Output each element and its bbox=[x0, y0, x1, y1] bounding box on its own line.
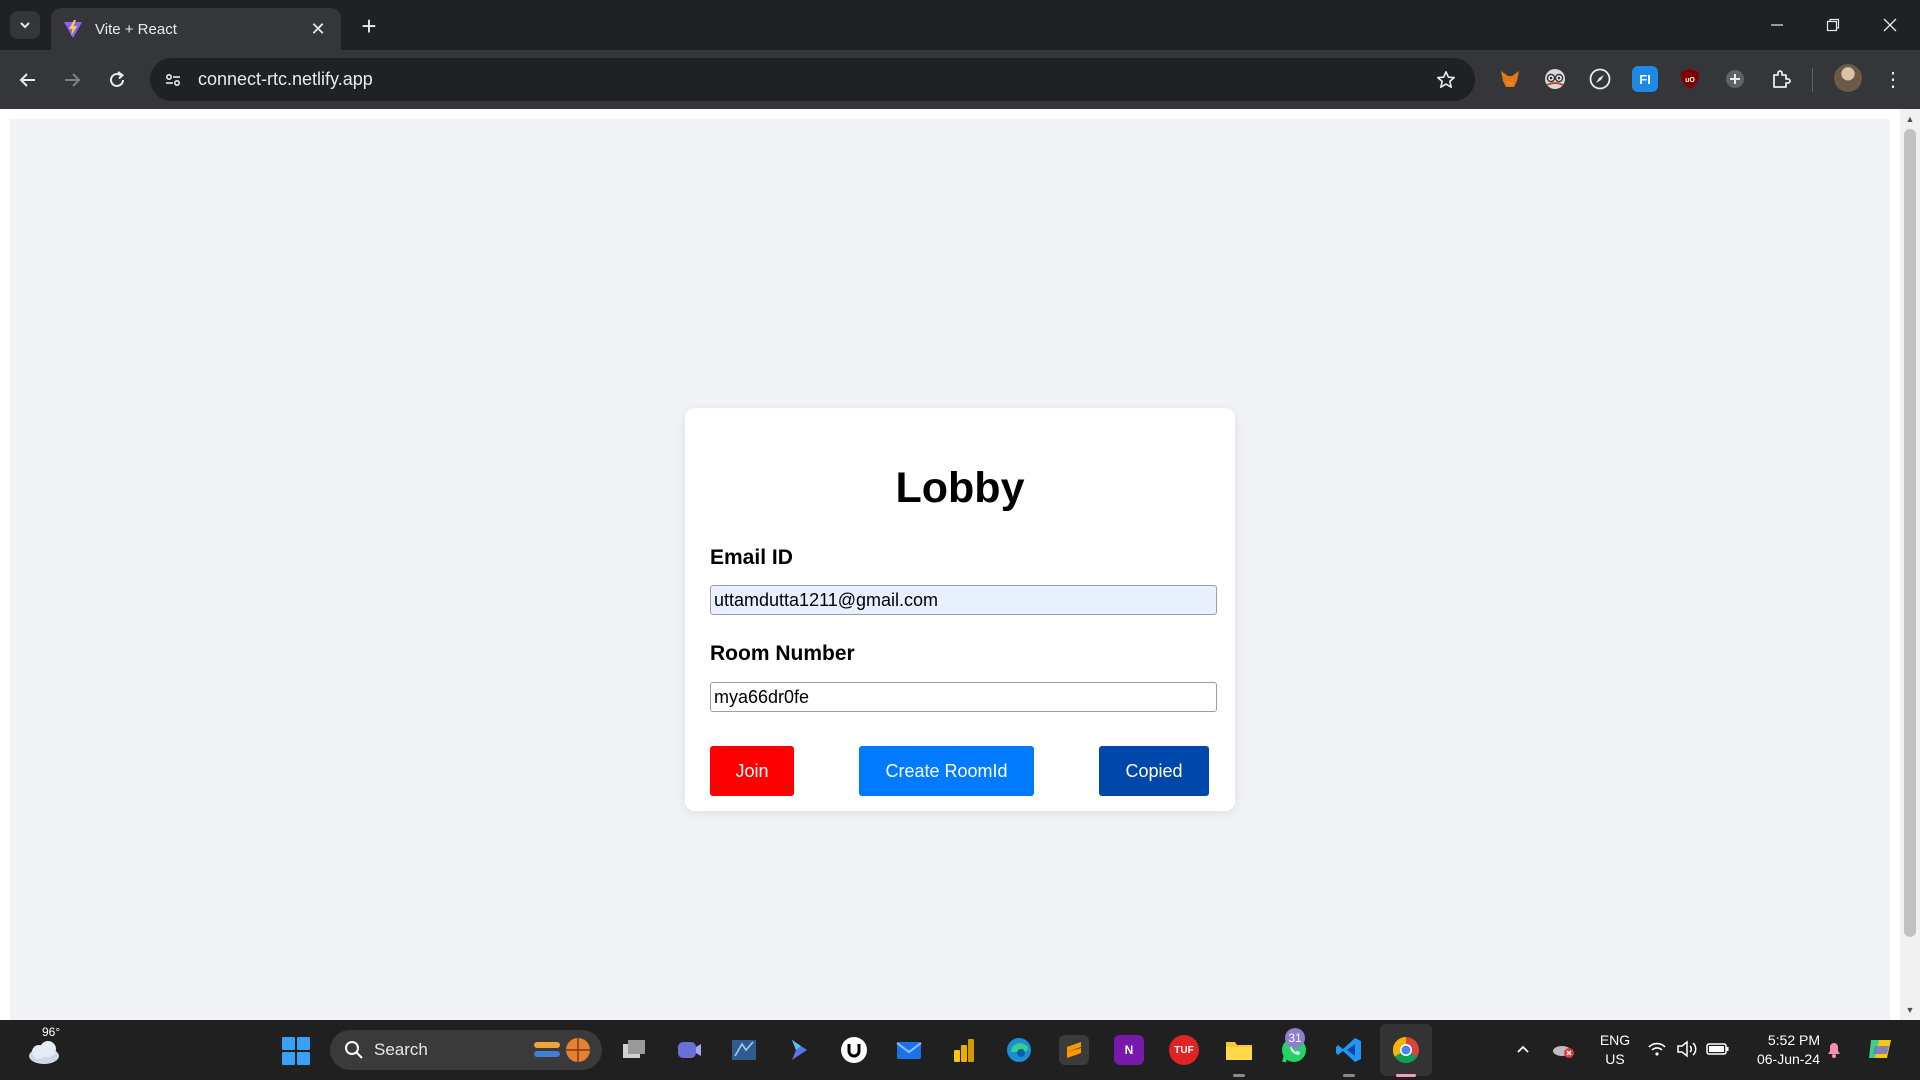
weather-temperature: 96° bbox=[42, 1025, 61, 1039]
restore-icon bbox=[1826, 18, 1840, 32]
search-label: Search bbox=[374, 1040, 428, 1059]
back-arrow-icon bbox=[19, 73, 35, 87]
fi-extension-icon[interactable]: FI bbox=[1632, 66, 1658, 92]
tab-title: Vite + React bbox=[95, 20, 177, 38]
active-indicator bbox=[1396, 1074, 1416, 1077]
owl-extension-icon[interactable] bbox=[1542, 66, 1568, 92]
plus-extension-icon[interactable] bbox=[1722, 66, 1748, 92]
browser-tab[interactable]: Vite + React ✕ bbox=[51, 8, 341, 50]
onedrive-error-icon[interactable] bbox=[1548, 1034, 1578, 1064]
whatsapp-unread-badge: 31 bbox=[1285, 1028, 1305, 1048]
windows-start-icon[interactable] bbox=[282, 1037, 310, 1065]
chrome-menu-icon[interactable]: ⋮ bbox=[1880, 64, 1906, 94]
search-highlight-icon bbox=[534, 1038, 590, 1062]
email-label: Email ID bbox=[710, 546, 793, 569]
email-field[interactable] bbox=[710, 585, 1217, 615]
site-info-icon[interactable] bbox=[158, 65, 188, 95]
edge-icon[interactable] bbox=[1004, 1035, 1034, 1065]
back-button[interactable] bbox=[12, 64, 44, 96]
copilot-tray-icon[interactable] bbox=[1865, 1034, 1895, 1064]
forward-button[interactable] bbox=[56, 64, 88, 96]
metamask-icon[interactable] bbox=[1497, 66, 1523, 92]
reload-icon bbox=[110, 71, 125, 87]
bookmark-star-icon[interactable] bbox=[1431, 65, 1461, 95]
mail-icon[interactable] bbox=[894, 1035, 924, 1065]
wifi-icon[interactable] bbox=[1642, 1034, 1672, 1064]
scroll-up-icon[interactable]: ▲ bbox=[1900, 111, 1920, 127]
address-bar[interactable]: connect-rtc.netlify.app bbox=[150, 58, 1475, 101]
join-button[interactable]: Join bbox=[710, 746, 794, 796]
language-code: ENG bbox=[1599, 1032, 1631, 1048]
language-indicator[interactable]: ENG US bbox=[1595, 1031, 1635, 1069]
volume-icon[interactable] bbox=[1672, 1034, 1702, 1064]
url-text[interactable]: connect-rtc.netlify.app bbox=[198, 69, 1431, 90]
clock-date: 06-Jun-24 bbox=[1756, 1051, 1820, 1067]
toolbar-divider bbox=[1812, 68, 1813, 92]
windows-taskbar: 96° Search N TUF 31 ENG US 5:52 PM 06-Ju… bbox=[0, 1020, 1920, 1080]
extensions-puzzle-icon[interactable] bbox=[1768, 66, 1794, 92]
power-bi-icon[interactable] bbox=[949, 1035, 979, 1065]
profile-avatar[interactable] bbox=[1834, 64, 1862, 92]
tuf-icon[interactable]: TUF bbox=[1169, 1035, 1199, 1065]
vscode-icon[interactable] bbox=[1334, 1035, 1364, 1065]
vite-icon bbox=[64, 20, 82, 38]
new-tab-button[interactable]: + bbox=[354, 11, 384, 41]
copied-button[interactable]: Copied bbox=[1099, 746, 1209, 796]
running-indicator bbox=[1343, 1074, 1355, 1077]
minimize-button[interactable] bbox=[1757, 10, 1797, 40]
teams-icon[interactable] bbox=[674, 1035, 704, 1065]
room-number-field[interactable] bbox=[710, 682, 1217, 712]
udemy-icon[interactable] bbox=[839, 1035, 869, 1065]
page-title: Lobby bbox=[895, 464, 1025, 512]
chevron-down-icon bbox=[20, 22, 30, 29]
sublime-text-icon[interactable] bbox=[1059, 1035, 1089, 1065]
tab-search-button[interactable] bbox=[10, 11, 40, 39]
clock[interactable]: 5:52 PM 06-Jun-24 bbox=[1740, 1031, 1820, 1069]
chrome-icon[interactable] bbox=[1391, 1035, 1421, 1065]
close-window-button[interactable] bbox=[1870, 10, 1910, 40]
scroll-thumb[interactable] bbox=[1904, 129, 1916, 937]
create-roomid-button[interactable]: Create RoomId bbox=[859, 746, 1034, 796]
notification-bell-icon[interactable] bbox=[1819, 1034, 1849, 1064]
task-view-icon[interactable] bbox=[619, 1035, 649, 1065]
page-viewport: Lobby Email ID Room Number Join Create R… bbox=[0, 109, 1920, 1020]
lobby-card: Lobby Email ID Room Number Join Create R… bbox=[685, 408, 1235, 811]
minimize-icon bbox=[1771, 24, 1783, 26]
search-icon bbox=[334, 1030, 374, 1070]
close-icon bbox=[1883, 18, 1897, 32]
svg-text:uO: uO bbox=[1685, 77, 1695, 84]
scroll-down-icon[interactable]: ▼ bbox=[1900, 1002, 1920, 1018]
vertical-scrollbar[interactable]: ▲ ▼ bbox=[1900, 109, 1920, 1020]
browser-toolbar: connect-rtc.netlify.app FI uO ⋮ bbox=[0, 50, 1920, 109]
clock-time: 5:52 PM bbox=[1767, 1032, 1820, 1048]
forward-arrow-icon bbox=[65, 73, 81, 87]
restore-button[interactable] bbox=[1813, 10, 1853, 40]
running-indicator bbox=[1233, 1074, 1245, 1077]
page-background: Lobby Email ID Room Number Join Create R… bbox=[10, 119, 1890, 1020]
reload-button[interactable] bbox=[101, 64, 133, 96]
ssms-icon[interactable] bbox=[729, 1035, 759, 1065]
compass-extension-icon[interactable] bbox=[1587, 66, 1613, 92]
room-number-label: Room Number bbox=[710, 642, 855, 665]
ublock-icon[interactable]: uO bbox=[1677, 66, 1703, 92]
copilot-icon[interactable] bbox=[784, 1035, 814, 1065]
file-explorer-icon[interactable] bbox=[1224, 1035, 1254, 1065]
region-code: US bbox=[1605, 1051, 1625, 1067]
battery-icon[interactable] bbox=[1703, 1034, 1733, 1064]
show-hidden-icons-chevron-icon[interactable] bbox=[1508, 1034, 1538, 1064]
tab-close-icon[interactable]: ✕ bbox=[307, 19, 329, 40]
taskbar-search[interactable]: Search bbox=[330, 1030, 602, 1070]
tab-strip: Vite + React ✕ + bbox=[0, 0, 1920, 50]
onenote-icon[interactable]: N bbox=[1114, 1035, 1144, 1065]
